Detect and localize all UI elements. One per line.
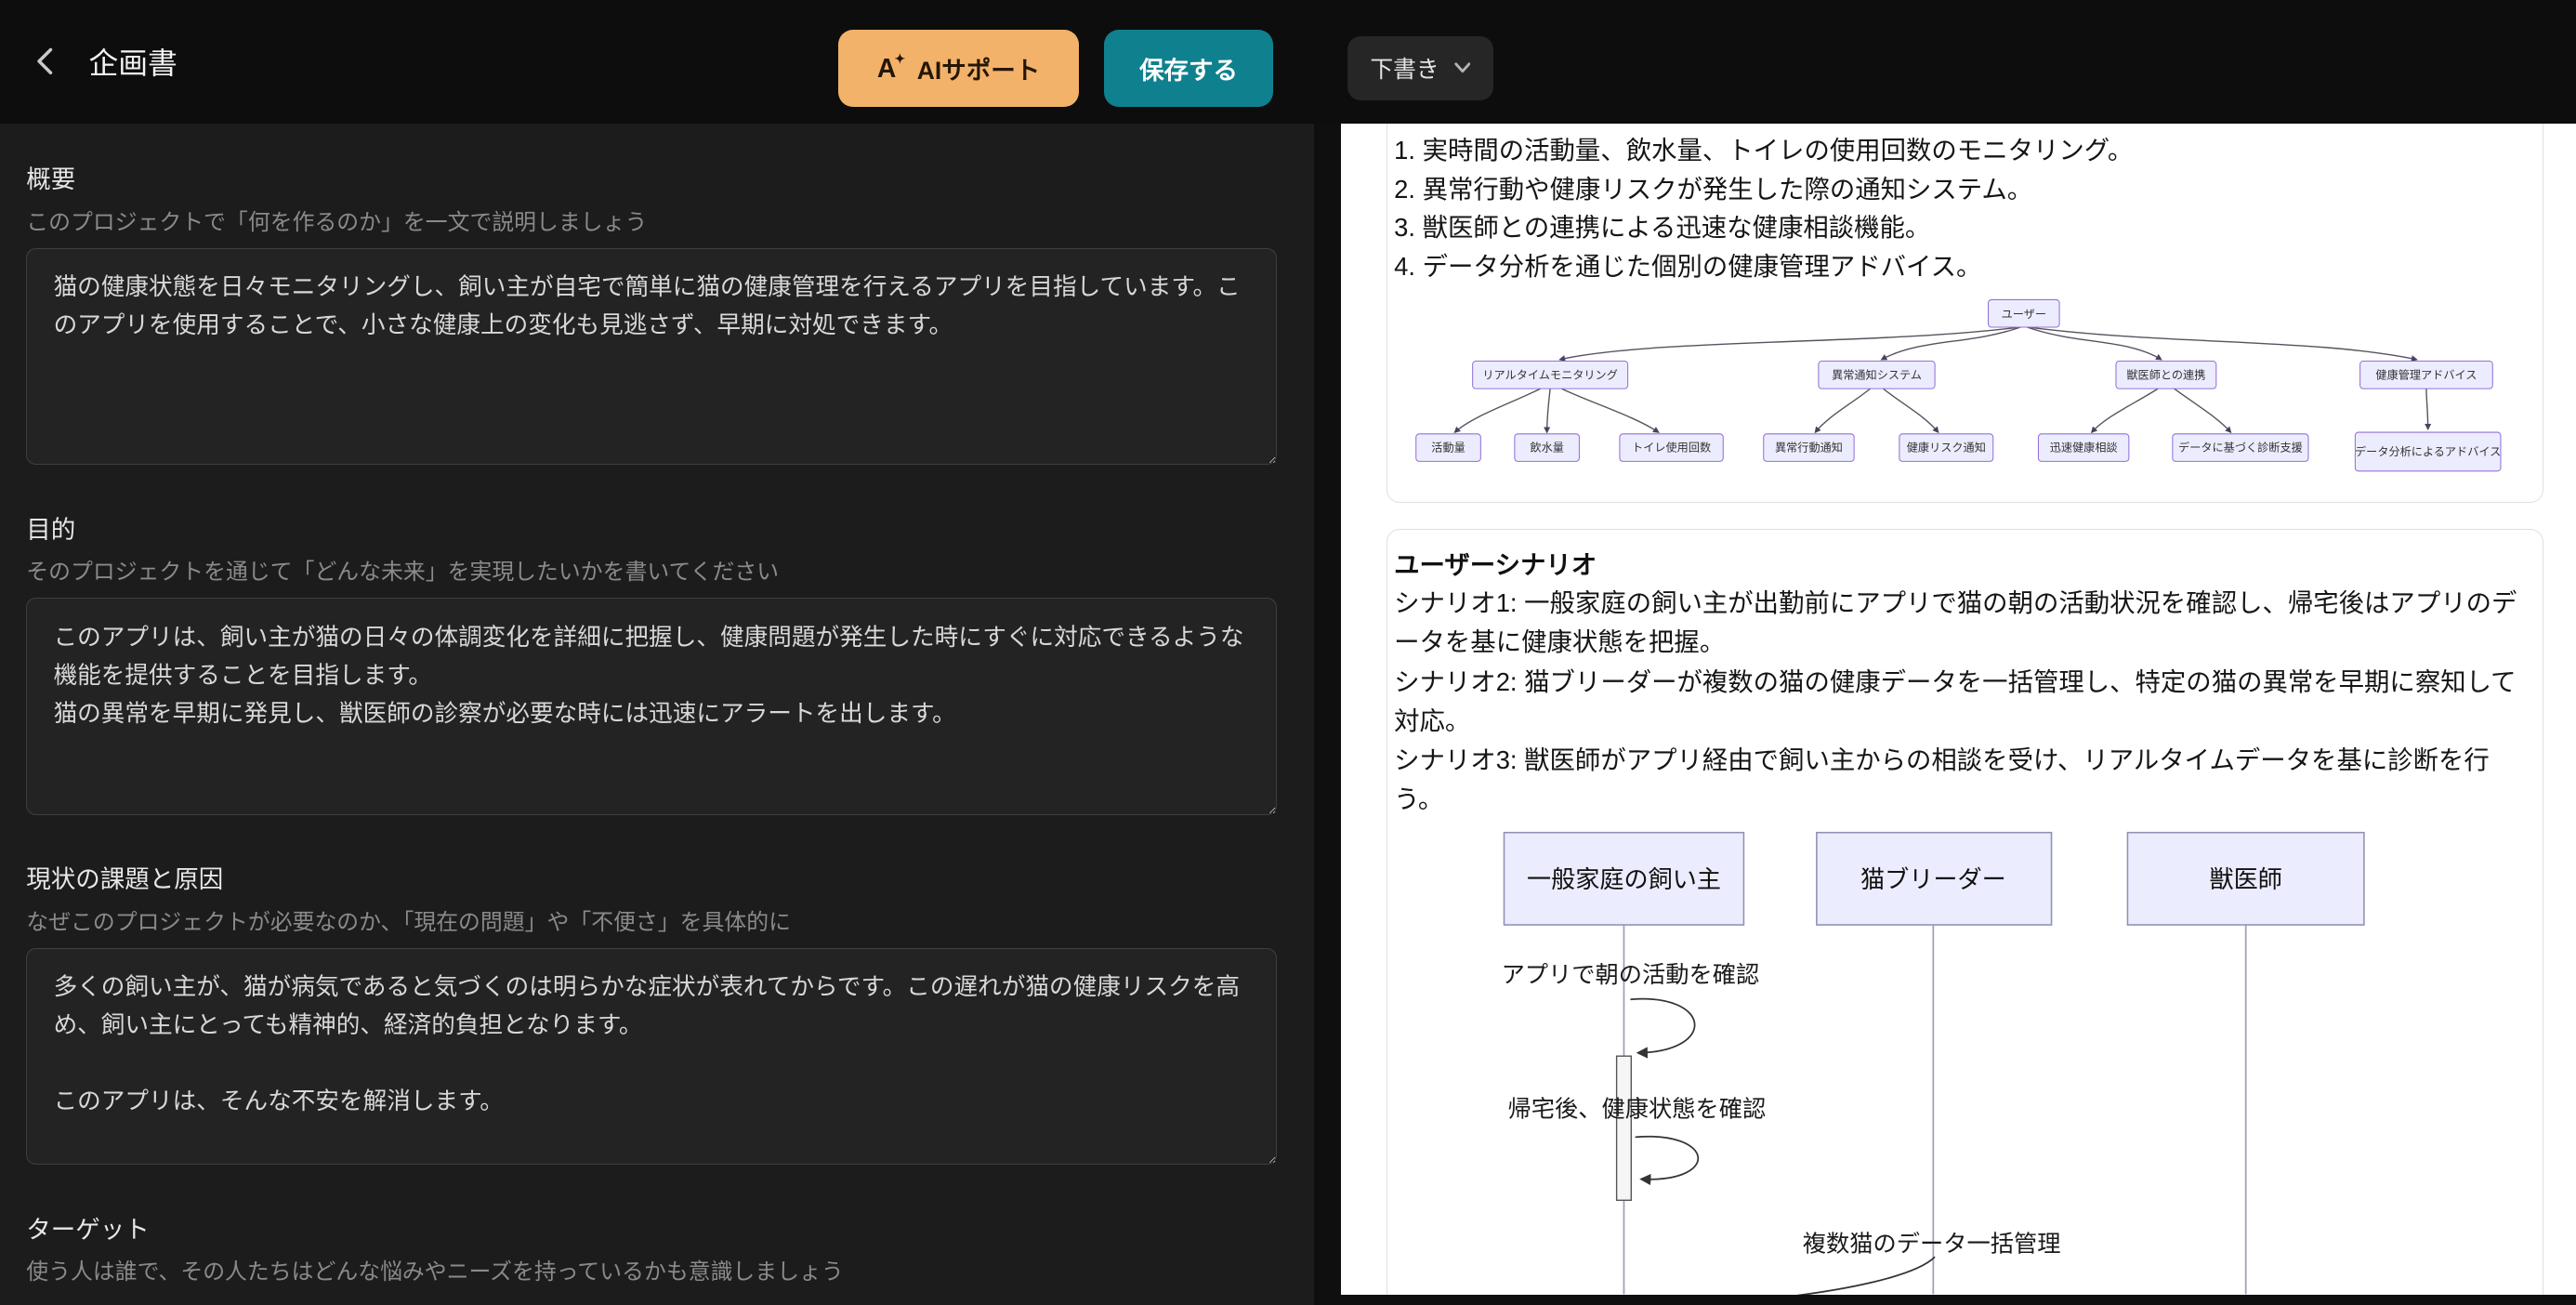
flowchart-diagram: ユーザー リアルタイムモニタリング 異常通知システム 獣医師との連携 健康管理ア… xyxy=(1415,298,2502,472)
sequence-message: 複数猫のデータ一括管理 xyxy=(1803,1232,2061,1258)
page-title: 企画書 xyxy=(88,46,177,81)
sequence-message: アプリで朝の活動を確認 xyxy=(1502,962,1760,988)
section-label: 現状の課題と原因 xyxy=(26,865,224,894)
document-preview: 1. 実時間の活動量、飲水量、トイレの使用回数のモニタリング。 2. 異常行動や… xyxy=(1340,123,2576,1296)
scenario-line: シナリオ1: 一般家庭の飼い主が出勤前にアプリで猫の朝の活動状況を確認し、帰宅後… xyxy=(1394,588,2517,657)
svg-text:異常行動通知: 異常行動通知 xyxy=(1775,441,1843,454)
svg-text:迅速健康相談: 迅速健康相談 xyxy=(2050,440,2118,454)
app-root: 企画書 A ✦ AIサポート 保存する 下書き 概要 このプロジェクトで「何を作… xyxy=(0,0,2576,1305)
flowchart-node: 健康リスク通知 xyxy=(1899,433,1994,462)
flowchart-node: 獣医師との連携 xyxy=(2115,360,2217,389)
svg-text:ユーザー: ユーザー xyxy=(2002,308,2046,321)
scenario-line: シナリオ3: 獣医師がアプリ経由で飼い主からの相談を受け、リアルタイムデータを基… xyxy=(1394,745,2490,813)
section-label: 概要 xyxy=(26,165,76,193)
section-hint: そのプロジェクトを通じて「どんな未来」を実現したいかを書いてください xyxy=(26,560,780,586)
planning-form-panel: 概要 このプロジェクトで「何を作るのか」を一文で説明しましょう 猫の健康状態を日… xyxy=(0,123,1315,1305)
section-label: ターゲット xyxy=(26,1215,150,1244)
flowchart-node: 飲水量 xyxy=(1514,433,1581,462)
svg-text:獣医師との連携: 獣医師との連携 xyxy=(2127,367,2206,381)
form-section-overview: 概要 このプロジェクトで「何を作るのか」を一文で説明しましょう 猫の健康状態を日… xyxy=(26,163,1288,466)
feature-item: 3. 獣医師との連携による迅速な健康相談機能。 xyxy=(1394,213,1931,243)
draft-status-label: 下書き xyxy=(1370,58,1439,84)
ai-support-label: AIサポート xyxy=(916,56,1041,85)
flowchart-node: 異常通知システム xyxy=(1818,360,1936,389)
ai-support-button[interactable]: A ✦ AIサポート xyxy=(837,29,1080,107)
flowchart-node: データ分析によるアドバイス xyxy=(2355,431,2502,472)
chevron-down-icon xyxy=(1453,62,1470,73)
flowchart-node: リアルタイムモニタリング xyxy=(1472,360,1629,389)
svg-text:データに基づく診断支援: データに基づく診断支援 xyxy=(2178,440,2303,454)
overview-textarea[interactable]: 猫の健康状態を日々モニタリングし、飼い主が自宅で簡単に猫の健康管理を行えるアプリ… xyxy=(26,247,1277,466)
svg-text:トイレ使用回数: トイレ使用回数 xyxy=(1632,440,1711,454)
feature-item: 4. データ分析を通じた個別の健康管理アドバイス。 xyxy=(1394,252,1982,282)
sequence-diagram: 一般家庭の飼い主 猫ブリーダー 獣医師 アプリで朝の活動を確認 帰宅後、健康状態… xyxy=(1502,832,2365,1296)
save-button[interactable]: 保存する xyxy=(1104,29,1274,107)
flowchart-node: データに基づく診断支援 xyxy=(2172,433,2309,462)
self-loop-arrow xyxy=(1630,997,1696,1059)
svg-text:健康管理アドバイス: 健康管理アドバイス xyxy=(2376,367,2477,381)
svg-text:飲水量: 飲水量 xyxy=(1531,440,1564,454)
flowchart-node: 健康管理アドバイス xyxy=(2359,360,2493,389)
svg-text:リアルタイムモニタリング: リアルタイムモニタリング xyxy=(1483,368,1619,381)
section-label: 目的 xyxy=(26,515,76,544)
scenario-line: シナリオ2: 猫ブリーダーが複数の猫の健康データを一括管理し、特定の猫の異常を早… xyxy=(1394,666,2517,735)
form-section-target: ターゲット 使う人は誰で、その人たちはどんな悩みやニーズを持っているかも意識しま… xyxy=(26,1213,1288,1288)
draft-status-dropdown[interactable]: 下書き xyxy=(1347,35,1493,100)
svg-text:活動量: 活動量 xyxy=(1431,441,1465,454)
top-bar-left: 企画書 xyxy=(26,0,177,124)
top-bar: 企画書 A ✦ AIサポート 保存する 下書き xyxy=(0,0,2576,124)
message-arrow-partial xyxy=(1796,1256,1936,1296)
feature-item: 1. 実時間の活動量、飲水量、トイレの使用回数のモニタリング。 xyxy=(1394,135,2134,165)
purpose-textarea[interactable]: このアプリは、飼い主が猫の日々の体調変化を詳細に把握し、健康問題が発生した時にす… xyxy=(26,598,1277,815)
section-hint: 使う人は誰で、その人たちはどんな悩みやニーズを持っているかも意識しましょう xyxy=(26,1259,844,1285)
back-button[interactable] xyxy=(26,40,65,83)
sequence-actor: 猫ブリーダー xyxy=(1816,832,2053,926)
svg-text:猫ブリーダー: 猫ブリーダー xyxy=(1860,865,2006,893)
sequence-message: 帰宅後、健康状態を確認 xyxy=(1508,1097,1767,1123)
feature-item: 2. 異常行動や健康リスクが発生した際の通知システム。 xyxy=(1394,174,2033,204)
section-hint: なぜこのプロジェクトが必要なのか、「現在の問題」や「不便さ」を具体的に xyxy=(26,909,791,935)
svg-text:異常通知システム: 異常通知システム xyxy=(1832,368,1922,381)
scenario-heading: ユーザーシナリオ xyxy=(1394,549,1597,579)
flowchart-node: トイレ使用回数 xyxy=(1619,433,1724,462)
svg-text:一般家庭の飼い主: 一般家庭の飼い主 xyxy=(1527,865,1721,893)
sequence-actor: 獣医師 xyxy=(2126,832,2365,926)
features-card: 1. 実時間の活動量、飲水量、トイレの使用回数のモニタリング。 2. 異常行動や… xyxy=(1387,123,2543,503)
issues-textarea[interactable]: 多くの飼い主が、猫が病気であると気づくのは明らかな症状が表れてからです。この遅れ… xyxy=(26,947,1277,1166)
flowchart-node-root: ユーザー xyxy=(1988,298,2060,328)
self-loop-arrow xyxy=(1635,1136,1700,1186)
ai-sparkle-icon: A ✦ xyxy=(876,50,906,84)
preview-area: 1. 実時間の活動量、飲水量、トイレの使用回数のモニタリング。 2. 異常行動や… xyxy=(1314,123,2576,1305)
svg-text:獣医師: 獣医師 xyxy=(2210,865,2282,893)
flowchart-node: 活動量 xyxy=(1415,433,1481,462)
section-hint: このプロジェクトで「何を作るのか」を一文で説明しましょう xyxy=(26,209,648,235)
feature-list: 1. 実時間の活動量、飲水量、トイレの使用回数のモニタリング。 2. 異常行動や… xyxy=(1394,131,2535,287)
svg-text:健康リスク通知: 健康リスク通知 xyxy=(1907,440,1986,454)
form-section-purpose: 目的 そのプロジェクトを通じて「どんな未来」を実現したいかを書いてください この… xyxy=(26,513,1288,815)
sequence-activation xyxy=(1616,1055,1633,1202)
flowchart-node: 異常行動通知 xyxy=(1763,433,1855,462)
flowchart-node: 迅速健康相談 xyxy=(2038,433,2130,462)
svg-text:データ分析によるアドバイス: データ分析によるアドバイス xyxy=(2355,444,2501,458)
sequence-actor: 一般家庭の飼い主 xyxy=(1503,832,1745,926)
form-section-issues: 現状の課題と原因 なぜこのプロジェクトが必要なのか、「現在の問題」や「不便さ」を… xyxy=(26,863,1288,1166)
chevron-left-icon xyxy=(37,48,53,75)
scenario-card: ユーザーシナリオ シナリオ1: 一般家庭の飼い主が出勤前にアプリで猫の朝の活動状… xyxy=(1387,529,2543,1296)
